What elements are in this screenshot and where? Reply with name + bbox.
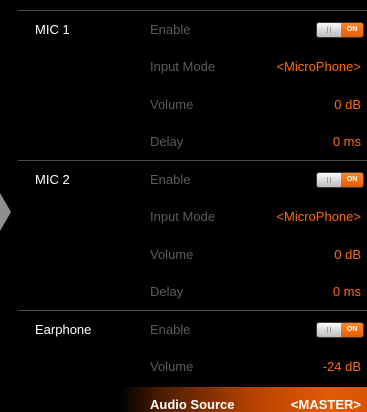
mic1-delay-row[interactable]: Delay 0 ms <box>0 124 367 161</box>
volume-value: 0 dB <box>334 247 361 262</box>
enable-label: Enable <box>150 172 191 187</box>
volume-label: Volume <box>150 359 194 374</box>
enable-label: Enable <box>150 322 191 337</box>
mic2-input-mode-row[interactable]: Input Mode <MicroPhone> <box>0 199 367 236</box>
input-mode-value: <MicroPhone> <box>276 59 361 74</box>
volume-label: Volume <box>150 97 194 112</box>
volume-label: Volume <box>150 247 194 262</box>
input-mode-label: Input Mode <box>150 59 216 74</box>
enable-label: Enable <box>150 22 191 37</box>
delay-label: Delay <box>150 134 184 149</box>
toggle-knob <box>317 173 341 187</box>
volume-value: 0 dB <box>334 97 361 112</box>
earphone-enable-row[interactable]: Enable ON <box>0 312 367 349</box>
mic2-delay-row[interactable]: Delay 0 ms <box>0 274 367 311</box>
toggle-state-label: ON <box>341 173 363 187</box>
section-divider <box>18 310 367 311</box>
volume-value: -24 dB <box>322 359 361 374</box>
toggle-knob <box>317 23 341 37</box>
mic2-enable-row[interactable]: Enable ON <box>0 162 367 199</box>
audio-source-value: <MASTER> <box>290 397 361 412</box>
mic2-volume-row[interactable]: Volume 0 dB <box>0 237 367 274</box>
earphone-enable-toggle[interactable]: ON <box>317 323 363 337</box>
input-mode-label: Input Mode <box>150 209 216 224</box>
delay-label: Delay <box>150 284 184 299</box>
mic1-input-mode-row[interactable]: Input Mode <MicroPhone> <box>0 49 367 86</box>
toggle-state-label: ON <box>341 23 363 37</box>
audio-source-label: Audio Source <box>150 397 235 412</box>
toggle-knob <box>317 323 341 337</box>
delay-value: 0 ms <box>332 134 361 149</box>
audio-settings-screen: MIC 1 Enable ON Input Mode <MicroPhone> … <box>0 0 367 412</box>
top-divider <box>18 10 367 11</box>
mic1-enable-row[interactable]: Enable ON <box>0 12 367 49</box>
earphone-audio-source-row[interactable]: Audio Source <MASTER> <box>0 387 367 412</box>
earphone-volume-row[interactable]: Volume -24 dB <box>0 349 367 386</box>
input-mode-value: <MicroPhone> <box>276 209 361 224</box>
section-divider <box>18 160 367 161</box>
toggle-state-label: ON <box>341 323 363 337</box>
delay-value: 0 ms <box>332 284 361 299</box>
mic1-volume-row[interactable]: Volume 0 dB <box>0 87 367 124</box>
mic1-enable-toggle[interactable]: ON <box>317 23 363 37</box>
mic2-enable-toggle[interactable]: ON <box>317 173 363 187</box>
